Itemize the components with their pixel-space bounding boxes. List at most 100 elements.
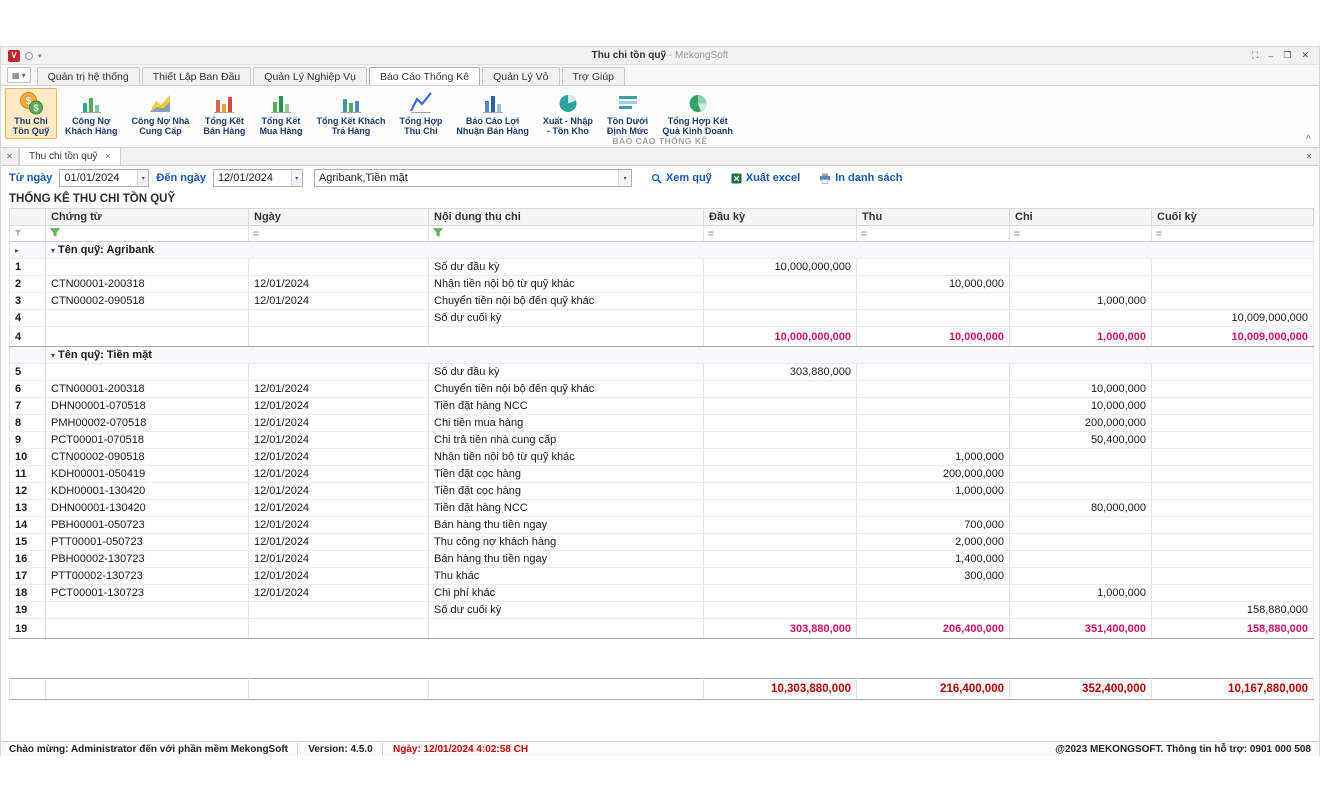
ribbon-item-4[interactable]: Tổng Kết Mua Hàng [253, 88, 308, 139]
table-row[interactable]: 6CTN00001-20031812/01/2024Chuyển tiền nộ… [10, 381, 1314, 398]
quick-access-toggle-icon[interactable] [25, 52, 33, 60]
cell-noidung: Bán hàng thu tiền ngay [429, 517, 704, 534]
ribbon-collapse-icon[interactable]: ˄ [1306, 132, 1311, 142]
filter-cell-dauky[interactable]: = [704, 226, 857, 242]
col-header-thu[interactable]: Thu [857, 209, 1010, 226]
cell-noidung: Chi phí khác [429, 585, 704, 602]
close-icon[interactable]: ✕ [1301, 50, 1309, 61]
ribbon-item-9[interactable]: Tồn Dưới Định Mức [601, 88, 655, 139]
menu-tab-3[interactable]: Báo Cáo Thống Kê [369, 67, 480, 85]
view-fund-button[interactable]: Xem quỹ [651, 172, 712, 184]
filter-cell-noidung[interactable] [429, 226, 704, 242]
report-title: THỐNG KÊ THU CHI TỒN QUỸ [1, 190, 1319, 208]
table-row[interactable]: 2CTN00001-20031812/01/2024Nhận tiền nội … [10, 276, 1314, 293]
table-row[interactable]: 9PCT00001-07051812/01/2024Chi trả tiền n… [10, 432, 1314, 449]
table-row[interactable]: 18PCT00001-13072312/01/2024Chi phí khác1… [10, 585, 1314, 602]
cell-ngay [249, 619, 429, 639]
table-row[interactable]: 5Số dư đầu kỳ303,880,000 [10, 364, 1314, 381]
cell-chi: 352,400,000 [1010, 679, 1152, 700]
menu-tab-4[interactable]: Quản Lý Vỏ [482, 67, 559, 85]
table-row[interactable]: 10CTN00002-09051812/01/2024Nhận tiền nội… [10, 449, 1314, 466]
filter-cell-chi[interactable]: = [1010, 226, 1152, 242]
filter-cell-ngay[interactable]: = [249, 226, 429, 242]
cell-noidung: Nhận tiền nội bộ từ quỹ khác [429, 276, 704, 293]
cell-dauky [704, 500, 857, 517]
fund-dropdown-icon[interactable]: ▾ [618, 170, 631, 186]
ribbon-item-6[interactable]: Tổng Hợp Thu Chi [393, 88, 448, 139]
ribbon-item-0[interactable]: $$Thu Chi Tồn Quỹ [5, 88, 57, 139]
col-header-cuoiky[interactable]: Cuối kỳ [1152, 209, 1314, 226]
table-row[interactable]: 15PTT00001-05072312/01/2024Thu công nợ k… [10, 534, 1314, 551]
table-row[interactable]: 16PBH00002-13072312/01/2024Bán hàng thu … [10, 551, 1314, 568]
ribbon-item-1[interactable]: Công Nợ Khách Hàng [59, 88, 124, 139]
table-row[interactable]: 13DHN00001-13042012/01/2024Tiền đặt hàng… [10, 500, 1314, 517]
table-row[interactable]: 7DHN00001-07051812/01/2024Tiền đặt hàng … [10, 398, 1314, 415]
tab-close-icon[interactable]: ✕ [104, 152, 111, 161]
col-header-ngay[interactable]: Ngày [249, 209, 429, 226]
ribbon-item-5[interactable]: Tổng Kết Khách Trả Hàng [310, 88, 391, 139]
table-row[interactable]: 19Số dư cuối kỳ158,880,000 [10, 602, 1314, 619]
to-date-input[interactable] [214, 172, 291, 184]
from-date-dropdown-icon[interactable]: ▾ [137, 170, 148, 186]
menu-tab-0[interactable]: Quản trị hệ thống [37, 67, 140, 85]
cell-cuoiky [1152, 293, 1314, 310]
layout-icon[interactable]: ⛶ [1252, 50, 1258, 61]
col-header-chi[interactable]: Chi [1010, 209, 1152, 226]
col-header-noidung[interactable]: Nội dung thu chi [429, 209, 704, 226]
col-header-chungtu[interactable]: Chứng từ [46, 209, 249, 226]
restore-icon[interactable]: ❐ [1283, 50, 1291, 61]
cell-chungtu [46, 602, 249, 619]
cell-ngay: 12/01/2024 [249, 398, 429, 415]
cell-chi [1010, 483, 1152, 500]
cell-chi [1010, 310, 1152, 327]
table-row[interactable]: 14PBH00001-05072312/01/2024Bán hàng thu … [10, 517, 1314, 534]
cell-chi [1010, 449, 1152, 466]
table-row[interactable]: 17PTT00002-13072312/01/2024Thu khác300,0… [10, 568, 1314, 585]
from-date-input[interactable] [60, 172, 137, 184]
ribbon-item-7[interactable]: Báo Cáo Lợi Nhuận Bán Hàng [450, 88, 535, 139]
window-selector[interactable]: ▦ ▾ [7, 67, 31, 83]
ribbon-item-3[interactable]: Tổng Kết Bán Hàng [197, 88, 251, 139]
window-selector-icon: ▦ [12, 71, 20, 80]
table-row[interactable]: 3CTN00002-09051812/01/2024Chuyển tiền nộ… [10, 293, 1314, 310]
group-collapse-icon[interactable]: ▾ [51, 351, 55, 360]
cell-noidung: Thu công nợ khách hàng [429, 534, 704, 551]
export-excel-button[interactable]: Xuất excel [731, 172, 800, 184]
menu-tab-2[interactable]: Quản Lý Nghiệp Vụ [253, 67, 367, 85]
ribbon-item-2[interactable]: Công Nợ Nhà Cung Cấp [126, 88, 196, 139]
ribbon-item-8[interactable]: Xuất - Nhập - Tồn Kho [537, 88, 599, 139]
cell-chungtu: PTT00002-130723 [46, 568, 249, 585]
filter-cell-thu[interactable]: = [857, 226, 1010, 242]
filter-indicator-cell [10, 226, 46, 242]
group-header-row[interactable]: ▸▾Tên quỹ: Agribank [10, 242, 1314, 259]
cell-dauky [704, 310, 857, 327]
filter-bar: Từ ngày ▾ Đến ngày ▾ ▾ Xem quỹ Xuất exce… [1, 166, 1319, 190]
close-all-tabs-icon[interactable]: ✕ [1, 148, 19, 165]
group-collapse-icon[interactable]: ▾ [51, 246, 55, 255]
table-row[interactable]: 11KDH00001-05041912/01/2024Tiền đặt cọc … [10, 466, 1314, 483]
cell-dauky [704, 415, 857, 432]
table-row[interactable]: 12KDH00001-13042012/01/2024Tiền đặt cọc … [10, 483, 1314, 500]
to-date-dropdown-icon[interactable]: ▾ [291, 170, 302, 186]
fund-select-input[interactable] [315, 172, 618, 184]
cell-noidung: Số dư cuối kỳ [429, 602, 704, 619]
cell-cuoiky [1152, 483, 1314, 500]
cell-chi [1010, 551, 1152, 568]
bar-teal2-icon [316, 90, 385, 116]
titlebar-dropdown-icon[interactable]: ▾ [38, 52, 42, 60]
ribbon-item-10[interactable]: Tổng Hợp Kết Quả Kinh Doanh [656, 88, 739, 139]
print-list-button[interactable]: In danh sách [819, 172, 902, 184]
col-header-dauky[interactable]: Đầu kỳ [704, 209, 857, 226]
filter-cell-chungtu[interactable] [46, 226, 249, 242]
table-row[interactable]: 4Số dư cuối kỳ10,009,000,000 [10, 310, 1314, 327]
filter-cell-cuoiky[interactable]: = [1152, 226, 1314, 242]
menu-tab-5[interactable]: Trợ Giúp [562, 67, 626, 85]
report-body: ▸▾Tên quỹ: Agribank1Số dư đầu kỳ10,000,0… [10, 242, 1314, 700]
table-row[interactable]: 1Số dư đầu kỳ10,000,000,000 [10, 259, 1314, 276]
menu-tab-1[interactable]: Thiết Lập Ban Đầu [142, 67, 252, 85]
doc-tab-active[interactable]: Thu chi tồn quỹ ✕ [19, 148, 121, 165]
minimize-icon[interactable]: – [1268, 51, 1273, 61]
strip-close-icon[interactable]: ✕ [1299, 148, 1319, 165]
group-header-row[interactable]: ▾Tên quỹ: Tiền mặt [10, 347, 1314, 364]
table-row[interactable]: 8PMH00002-07051812/01/2024Chi tiền mua h… [10, 415, 1314, 432]
